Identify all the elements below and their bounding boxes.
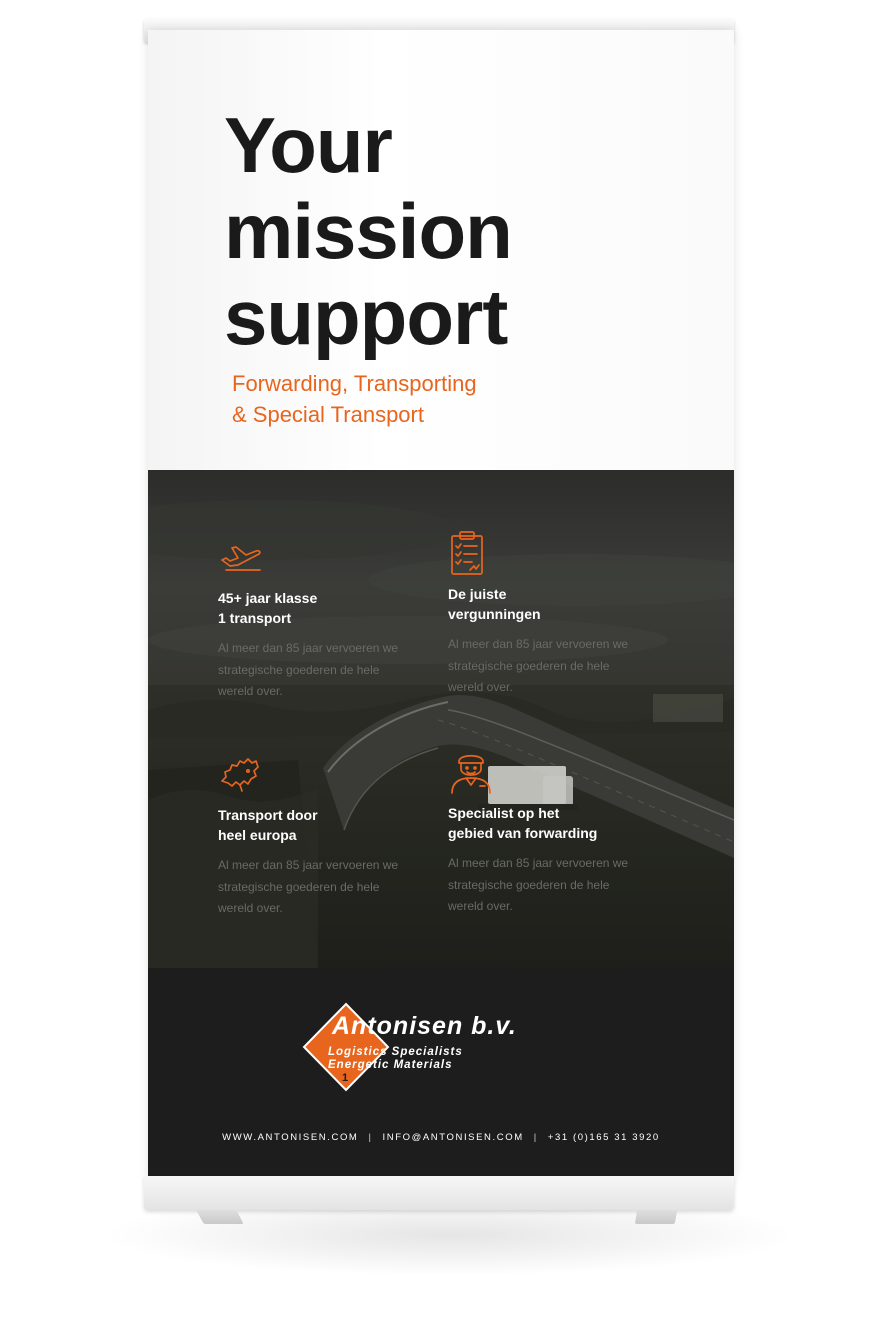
website-link[interactable]: WWW.ANTONISEN.COM [222, 1132, 358, 1143]
feature-title: 45+ jaar klasse 1 transport [218, 588, 428, 628]
feature-description-line: Al meer dan 85 jaar vervoeren we [448, 856, 629, 870]
feature-description-line: strategische goederen de hele [448, 658, 610, 673]
feature-title-line: vergunningen [448, 606, 541, 622]
feature-title: Transport door heel europa [218, 805, 428, 845]
feature-forwarding-specialist: Specialist op het gebied van forwarding … [448, 749, 658, 918]
feature-description-line: wereld over. [218, 901, 283, 915]
feature-title-line: gebied van forwarding [448, 825, 598, 841]
stand-foot-left [196, 1210, 244, 1224]
feature-description-line: strategische goederen de hele [218, 662, 380, 677]
feature-description-line: strategische goederen de hele [218, 879, 380, 894]
stand-foot-right [634, 1210, 678, 1224]
headline-line-3: support [224, 273, 508, 361]
feature-description-line: strategische goederen de hele [448, 877, 610, 892]
banner-header-section: Your mission support Forwarding, Transpo… [148, 30, 734, 470]
logo-tagline-2: Energetic Materials [328, 1059, 453, 1071]
contact-separator: | [368, 1132, 373, 1143]
subtitle-line-1: Forwarding, Transporting [232, 371, 477, 396]
feature-title-line: De juiste [448, 586, 507, 602]
feature-description: Al meer dan 85 jaar vervoeren we strateg… [218, 855, 428, 920]
feature-permits: De juiste vergunningen Al meer dan 85 ja… [448, 530, 658, 699]
headline-line-1: Your [224, 101, 393, 189]
headline-line-2: mission [224, 187, 513, 275]
email-link[interactable]: INFO@ANTONISEN.COM [383, 1132, 524, 1143]
feature-title-line: 45+ jaar klasse [218, 590, 318, 606]
europe-map-icon [221, 758, 259, 792]
feature-description: Al meer dan 85 jaar vervoeren we strateg… [218, 638, 428, 703]
phone-number: +31 (0)165 31 3920 [547, 1132, 660, 1143]
rollup-banner: Your mission support Forwarding, Transpo… [148, 30, 734, 1178]
feature-transport-europe: Transport door heel europa Al meer dan 8… [218, 751, 428, 920]
driver-person-icon [451, 754, 491, 794]
logo-company-name: Antonisen b.v. [332, 1012, 517, 1040]
footer-section: Antonisen b.v. Logistics Specialists Ene… [148, 968, 734, 1178]
feature-title-line: Transport door [218, 807, 318, 823]
feature-description-line: Al meer dan 85 jaar vervoeren we [218, 641, 399, 655]
feature-description-line: wereld over. [218, 684, 283, 698]
logo-number: 1 [342, 1072, 349, 1084]
contact-bar: WWW.ANTONISEN.COM | INFO@ANTONISEN.COM | +31… [148, 1132, 734, 1143]
contact-separator: | [533, 1132, 538, 1143]
feature-description-line: wereld over. [448, 680, 513, 694]
feature-title: Specialist op het gebied van forwarding [448, 803, 658, 843]
highway-photo-section: 45+ jaar klasse 1 transport Al meer dan … [148, 470, 734, 968]
clipboard-checklist-icon [451, 531, 483, 575]
feature-description: Al meer dan 85 jaar vervoeren we strateg… [448, 634, 658, 699]
feature-description: Al meer dan 85 jaar vervoeren we strateg… [448, 853, 658, 918]
feature-description-line: Al meer dan 85 jaar vervoeren we [218, 858, 399, 872]
feature-title: De juiste vergunningen [448, 584, 658, 624]
airplane-icon [221, 546, 261, 571]
headline: Your mission support [224, 101, 513, 361]
logo-tagline-1: Logistics Specialists [328, 1046, 463, 1058]
feature-title-line: Specialist op het [448, 805, 560, 821]
feature-title-line: heel europa [218, 827, 297, 843]
feature-description-line: Al meer dan 85 jaar vervoeren we [448, 637, 629, 651]
company-logo: Antonisen b.v. Logistics Specialists Ene… [302, 1002, 582, 1092]
subtitle-line-2: & Special Transport [232, 402, 424, 427]
subtitle: Forwarding, Transporting & Special Trans… [232, 368, 477, 430]
banner-base-cassette [144, 1176, 734, 1210]
feature-title-line: 1 transport [218, 610, 292, 626]
feature-description-line: wereld over. [448, 899, 513, 913]
feature-class-1-transport: 45+ jaar klasse 1 transport Al meer dan … [218, 534, 428, 703]
